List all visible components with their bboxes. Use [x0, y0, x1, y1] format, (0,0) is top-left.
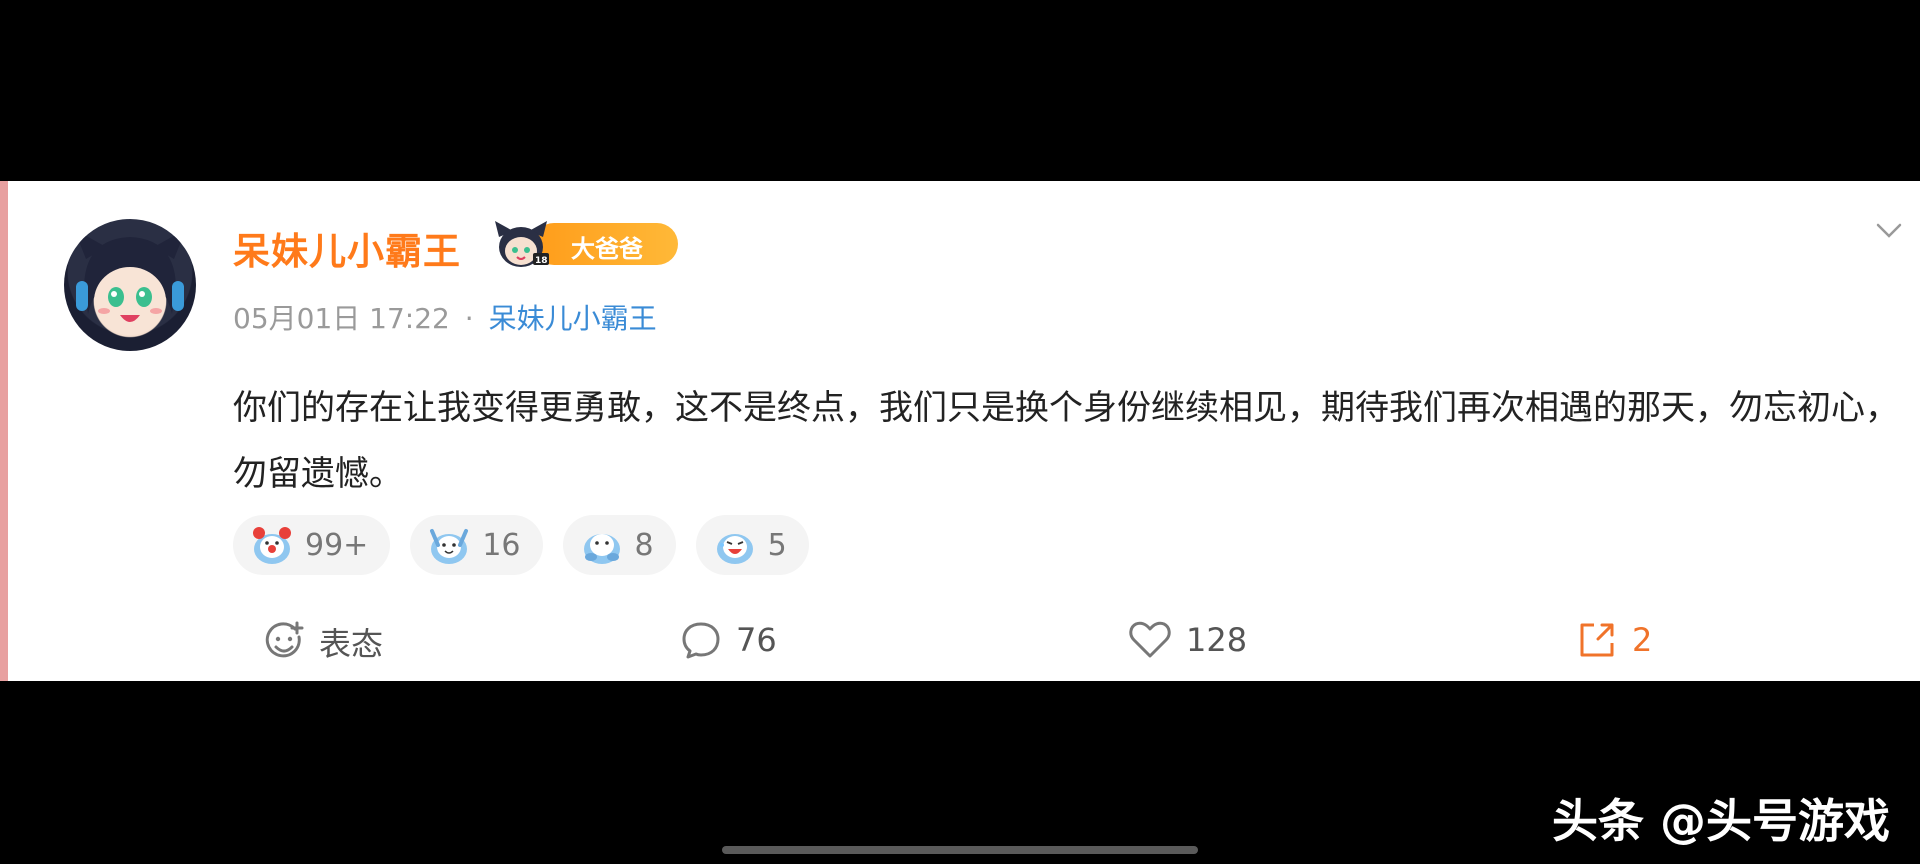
weibo-post-card: 呆妹儿小霸王 18 大爸爸 05月01日 17:22 · 呆妹儿小霸王 你们的存…	[0, 181, 1920, 681]
badge-label: 大爸爸	[571, 235, 643, 263]
laugh-emoji-icon	[716, 534, 753, 564]
comment-count: 76	[736, 621, 777, 659]
share-icon	[1580, 623, 1614, 657]
smile-icon	[265, 621, 304, 658]
username[interactable]: 呆妹儿小霸王	[233, 221, 461, 275]
reaction-chip[interactable]: 5	[695, 515, 809, 575]
reaction-count: 5	[767, 527, 787, 563]
like-count: 128	[1186, 621, 1248, 659]
watermark: 头条 @头号游戏	[1551, 794, 1890, 848]
action-bar: 表态 76 128 2	[8, 601, 1920, 681]
reaction-chip[interactable]: 8	[562, 515, 676, 575]
hug-emoji-icon	[583, 534, 620, 564]
reaction-count: 8	[634, 527, 654, 563]
meta-separator: ·	[464, 302, 474, 335]
share-button[interactable]: 2	[1576, 619, 1652, 661]
post-date: 05月01日 17:22	[233, 302, 450, 335]
cheer-emoji-icon	[430, 529, 469, 564]
clown-emoji-icon	[253, 527, 291, 564]
avatar[interactable]	[64, 219, 196, 351]
reaction-count: 16	[482, 527, 521, 563]
post-source-link[interactable]: 呆妹儿小霸王	[489, 302, 657, 335]
share-count: 2	[1632, 621, 1653, 659]
like-button[interactable]: 128	[1128, 619, 1247, 661]
screen: 呆妹儿小霸王 18 大爸爸 05月01日 17:22 · 呆妹儿小霸王 你们的存…	[0, 0, 1920, 864]
reaction-count: 99+	[305, 527, 369, 563]
post-meta: 05月01日 17:22 · 呆妹儿小霸王	[233, 297, 657, 337]
chevron-down-icon[interactable]	[1874, 221, 1904, 241]
reaction-bar: 99+ 16 8 5	[233, 515, 809, 575]
reaction-chip[interactable]: 99+	[233, 515, 391, 575]
comment-icon	[682, 622, 720, 659]
fan-badge[interactable]: 18 大爸爸	[493, 219, 681, 269]
reaction-chip[interactable]: 16	[410, 515, 543, 575]
home-indicator[interactable]	[722, 846, 1198, 854]
heart-icon	[1129, 621, 1171, 658]
post-content: 你们的存在让我变得更勇敢，这不是终点，我们只是换个身份继续相见，期待我们再次相遇…	[233, 388, 1899, 494]
comment-button[interactable]: 76	[680, 619, 777, 661]
react-label: 表态	[319, 625, 384, 663]
badge-avatar-icon: 18	[495, 221, 549, 267]
react-button[interactable]: 表态	[263, 619, 383, 665]
svg-text:18: 18	[535, 256, 548, 266]
